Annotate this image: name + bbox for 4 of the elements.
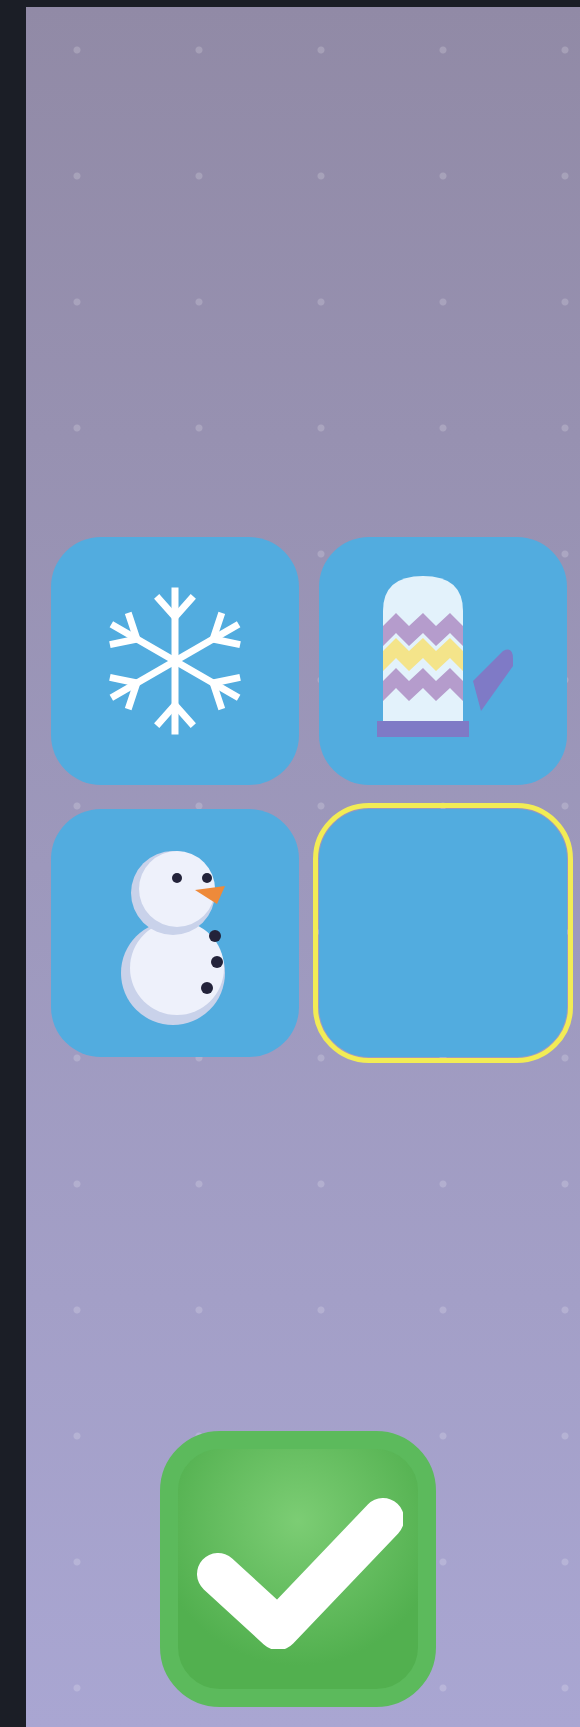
item-slot[interactable] xyxy=(51,537,299,785)
item-slot[interactable] xyxy=(319,537,567,785)
item-slot[interactable] xyxy=(51,809,299,1057)
confirm-button[interactable] xyxy=(160,1431,436,1707)
